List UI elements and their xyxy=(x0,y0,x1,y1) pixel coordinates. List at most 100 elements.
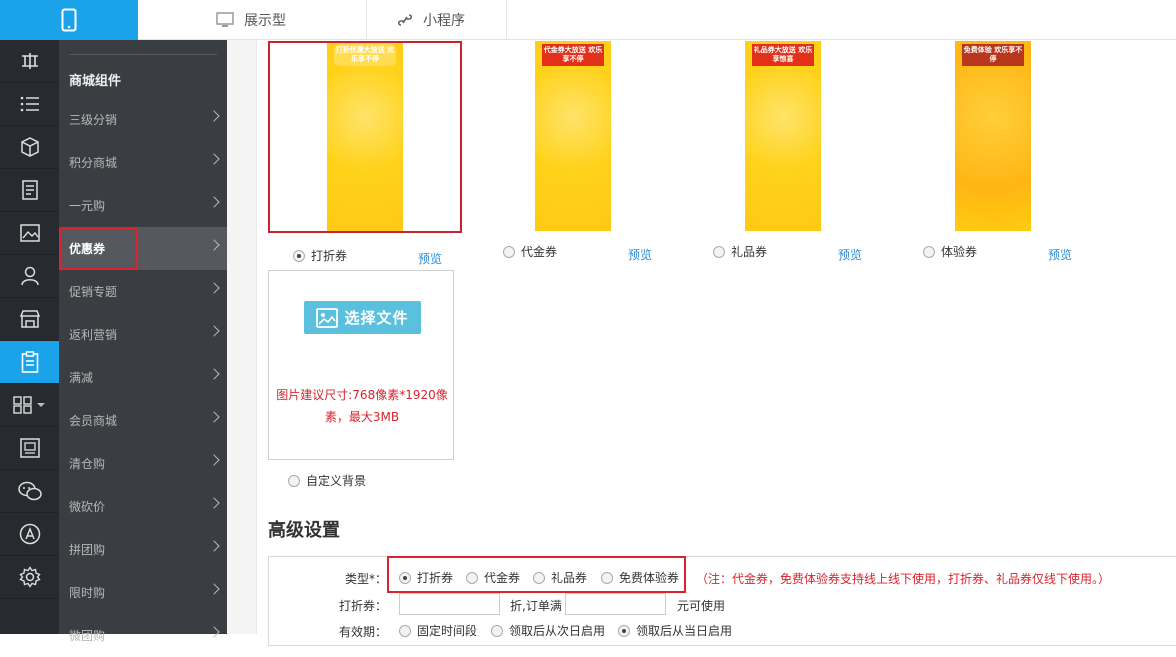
submenu-title: 商城组件 xyxy=(69,74,122,89)
validity-radio-fixed[interactable]: 固定时间段 xyxy=(399,622,477,639)
sidebar-item-label: 微砍价 xyxy=(69,500,106,514)
sidebar-item[interactable]: 三级分销 xyxy=(59,98,227,141)
main-content: 打折优惠大放送 欢乐享不停 代金券大放送 欢乐享不停 礼品券大放送 欢乐享惊喜 … xyxy=(227,40,1176,646)
chevron-right-icon xyxy=(208,411,220,423)
validity-radio-next-day[interactable]: 领取后从次日启用 xyxy=(491,622,605,639)
rail-picture-frame[interactable] xyxy=(0,427,59,470)
sidebar-item[interactable]: 满减 xyxy=(59,356,227,399)
rail-grid[interactable] xyxy=(0,384,59,427)
settings-icon xyxy=(18,566,41,588)
rail-appstore[interactable] xyxy=(0,513,59,556)
sidebar-item[interactable]: 清仓购 xyxy=(59,442,227,485)
sidebar-item[interactable]: 优惠券 xyxy=(59,227,227,270)
radio-dot xyxy=(293,249,305,262)
preview-link-voucher[interactable]: 预览 xyxy=(628,246,652,263)
radio-dot xyxy=(288,474,300,487)
thumb-banner-text: 礼品券大放送 欢乐享惊喜 xyxy=(752,44,814,66)
image-icon xyxy=(19,224,40,242)
tab-miniprogram[interactable]: 小程序 xyxy=(367,0,507,40)
rail-image[interactable] xyxy=(0,212,59,255)
chevron-right-icon xyxy=(208,626,220,638)
selected-frame xyxy=(268,41,462,233)
sidebar-item[interactable]: 积分商城 xyxy=(59,141,227,184)
sidebar-item-label: 拼团购 xyxy=(69,543,106,557)
sidebar-item[interactable]: 拼团购 xyxy=(59,528,227,571)
sidebar-item-label: 微团购 xyxy=(69,629,106,643)
bg-radio-trial[interactable]: 体验券 xyxy=(923,243,977,260)
advanced-settings-title: 高级设置 xyxy=(268,520,340,541)
sidebar-item-label: 一元购 xyxy=(69,199,106,213)
rail-document[interactable] xyxy=(0,169,59,212)
chevron-right-icon xyxy=(208,282,220,294)
chevron-right-icon xyxy=(208,196,220,208)
preview-link-trial[interactable]: 预览 xyxy=(1048,246,1072,263)
bg-radio-discount[interactable]: 打折券 xyxy=(293,247,347,264)
discount-label: 打折券： xyxy=(338,599,387,613)
radio-label: 打折券 xyxy=(311,249,348,263)
radio-dot xyxy=(618,624,630,637)
thumb-banner-text: 代金券大放送 欢乐享不停 xyxy=(542,44,604,66)
tab-label: 小程序 xyxy=(423,13,465,29)
sidebar-item[interactable]: 微砍价 xyxy=(59,485,227,528)
type-label: 类型*： xyxy=(344,572,387,586)
background-thumb-trial[interactable]: 免费体验 欢乐享不停 xyxy=(955,41,1031,231)
rail-wechat[interactable] xyxy=(0,470,59,513)
rail-list[interactable] xyxy=(0,83,59,126)
chevron-right-icon xyxy=(208,110,220,122)
radio-dot xyxy=(399,624,411,637)
radio-dot xyxy=(923,245,935,258)
clipboard-icon xyxy=(21,351,38,373)
chevron-right-icon xyxy=(208,583,220,595)
radio-label: 领取后从次日启用 xyxy=(509,624,606,638)
sidebar-item[interactable]: 限时购 xyxy=(59,571,227,614)
rail-settings[interactable] xyxy=(0,556,59,599)
sidebar-item-label: 三级分销 xyxy=(69,113,118,127)
sidebar-item[interactable]: 促销专题 xyxy=(59,270,227,313)
sidebar-item-label: 满减 xyxy=(69,371,94,385)
bg-radio-gift[interactable]: 礼品券 xyxy=(713,243,767,260)
discount-suffix-text: 元可使用 xyxy=(677,599,726,613)
tab-display[interactable]: 展示型 xyxy=(138,0,367,40)
rail-tools[interactable] xyxy=(0,40,59,83)
preview-link-discount[interactable]: 预览 xyxy=(418,250,442,267)
thumb-banner-text: 免费体验 欢乐享不停 xyxy=(962,44,1024,66)
bg-radio-custom[interactable]: 自定义背景 xyxy=(288,472,366,489)
radio-dot xyxy=(713,245,725,258)
choose-file-button[interactable]: 选择文件 xyxy=(304,301,421,334)
wechat-icon xyxy=(17,481,42,501)
rail-store[interactable] xyxy=(0,298,59,341)
sidebar-item[interactable]: 返利营销 xyxy=(59,313,227,356)
discount-rate-input[interactable] xyxy=(399,593,500,615)
background-thumb-voucher[interactable]: 代金券大放送 欢乐享不停 xyxy=(535,41,611,231)
rail-cube[interactable] xyxy=(0,126,59,169)
component-submenu: 商城组件 三级分销积分商城一元购优惠券 促销专题返利营销满减会员商城 清仓购微砍价拼… xyxy=(59,40,227,643)
rail-clipboard[interactable] xyxy=(0,341,59,384)
bg-radio-voucher[interactable]: 代金券 xyxy=(503,243,557,260)
sidebar-item[interactable]: 微团购 xyxy=(59,614,227,657)
radio-dot xyxy=(503,245,515,258)
validity-radio-same-day[interactable]: 领取后从当日启用 xyxy=(618,622,732,639)
chevron-right-icon xyxy=(208,325,220,337)
tab-label: 展示型 xyxy=(244,13,286,29)
gutter xyxy=(227,40,257,634)
link-icon xyxy=(397,14,413,26)
sidebar-item[interactable]: 一元购 xyxy=(59,184,227,227)
image-upload-icon xyxy=(316,307,339,328)
chevron-right-icon xyxy=(208,454,220,466)
sidebar-item[interactable]: 会员商城 xyxy=(59,399,227,442)
radio-label: 体验券 xyxy=(941,245,978,259)
radio-label: 自定义背景 xyxy=(306,474,367,488)
cube-icon xyxy=(20,137,39,157)
min-order-input[interactable] xyxy=(565,593,666,615)
type-note: （注：代金券，免费体验券支持线上线下使用，打折券、礼品券仅线下使用。） xyxy=(696,572,1111,586)
radio-label: 礼品券 xyxy=(731,245,768,259)
rail-user[interactable] xyxy=(0,255,59,298)
background-thumb-gift[interactable]: 礼品券大放送 欢乐享惊喜 xyxy=(745,41,821,231)
document-icon xyxy=(21,180,38,200)
active-highlight-frame xyxy=(59,227,138,270)
top-bar: 展示型 小程序 xyxy=(0,0,1176,40)
choose-file-label: 选择文件 xyxy=(344,309,409,327)
phone-icon[interactable] xyxy=(0,0,138,40)
sidebar-item-label: 返利营销 xyxy=(69,328,118,342)
preview-link-gift[interactable]: 预览 xyxy=(838,246,862,263)
